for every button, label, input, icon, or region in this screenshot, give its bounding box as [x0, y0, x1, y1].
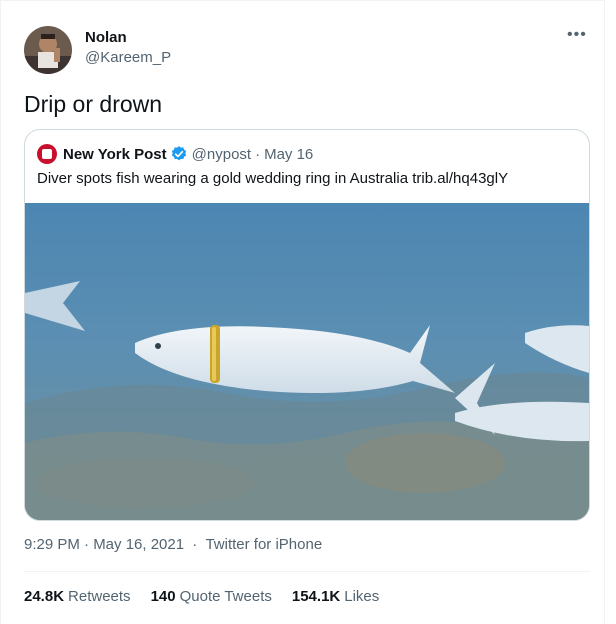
tweet-stats: 24.8K Retweets 140 Quote Tweets 154.1K Like… [24, 588, 399, 605]
stat-count: 140 [150, 588, 176, 605]
stat-count: 24.8K [24, 588, 65, 605]
stat-quote-tweets[interactable]: 140 Quote Tweets [151, 588, 272, 605]
divider [24, 571, 590, 572]
tweet-timestamp[interactable]: 9:29 PM · May 16, 2021 [24, 536, 184, 553]
tweet-meta: 9:29 PM · May 16, 2021 · Twitter for iPh… [24, 536, 322, 553]
verified-badge-icon [170, 145, 188, 163]
separator-dot: · [255, 145, 261, 163]
stat-label: Likes [344, 588, 380, 605]
stat-retweets[interactable]: 24.8K Retweets [24, 588, 131, 605]
stat-label: Quote Tweets [179, 588, 272, 605]
quoted-date[interactable]: May 16 [264, 146, 313, 163]
author-name[interactable]: Nolan [85, 29, 127, 46]
tweet-source[interactable]: Twitter for iPhone [205, 536, 322, 553]
quoted-tweet[interactable]: New York Post @nypost · May 16 Diver spo… [24, 129, 590, 521]
quoted-tweet-text: Diver spots fish wearing a gold wedding … [37, 170, 509, 187]
stat-label: Retweets [68, 588, 131, 605]
author-handle[interactable]: @Kareem_P [85, 49, 171, 66]
author-avatar[interactable] [24, 26, 72, 74]
stat-count: 154.1K [291, 588, 341, 605]
stat-likes[interactable]: 154.1K Likes [292, 588, 379, 605]
more-dots-icon[interactable]: ••• [567, 26, 587, 44]
separator-dot: · [192, 536, 198, 553]
tweet-text: Drip or drown [24, 91, 163, 117]
quoted-author-handle[interactable]: @nypost [192, 146, 251, 163]
tweet-card: Nolan @Kareem_P ••• Drip or drown New Yo… [0, 0, 605, 624]
quoted-tweet-header: New York Post @nypost · May 16 [37, 143, 313, 165]
nypost-logo-icon [37, 144, 57, 164]
quoted-author-name[interactable]: New York Post [63, 146, 167, 163]
quoted-media-image[interactable] [25, 203, 589, 520]
